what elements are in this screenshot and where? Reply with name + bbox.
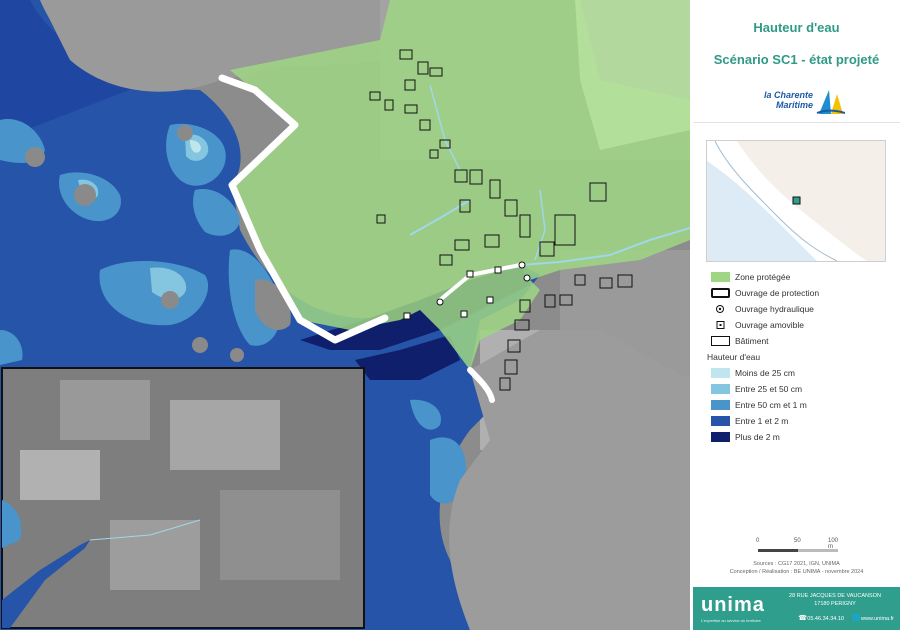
unima-tagline: L'expertise au service du territoire	[701, 618, 761, 623]
island	[192, 337, 208, 353]
flood-map	[0, 0, 690, 630]
legend-item-batiment: Bâtiment	[707, 334, 897, 350]
sail-icon	[816, 90, 845, 114]
map-subtitle: Scénario SC1 - état projeté	[713, 52, 880, 67]
unima-footer: unima L'expertise au service du territoi…	[693, 587, 900, 630]
legend-item-ouvrage-hydraulique: Ouvrage hydraulique	[707, 302, 897, 318]
overview-inset	[1, 367, 365, 629]
contact-info: ☎05.46.34.34.10 🌐www.unima.fr	[798, 615, 894, 622]
legend-item-depth: Plus de 2 m	[707, 430, 897, 446]
map-title: Hauteur d'eau	[753, 20, 840, 35]
website-link[interactable]: 🌐www.unima.fr	[852, 615, 894, 622]
legend-item-depth: Entre 25 et 50 cm	[707, 382, 897, 398]
removable-symbol-icon	[716, 321, 725, 329]
legend-item-ouvrage-amovible: Ouvrage amovible	[707, 318, 897, 334]
address: 28 RUE JACQUES DE VAUCANSON 17180 PERIGN…	[789, 593, 881, 607]
aerial-land	[449, 330, 690, 630]
title-panel: Hauteur d'eau Scénario SC1 - état projet…	[693, 0, 900, 123]
legend-item-depth: Moins de 25 cm	[707, 366, 897, 382]
island	[74, 184, 96, 206]
scale-bar: 0 50 100 m	[756, 538, 839, 552]
unima-logo: unima	[701, 594, 765, 616]
charente-maritime-logo: la Charente Maritime	[753, 88, 853, 116]
hydraulic-symbol-icon	[716, 305, 724, 313]
locator-svg	[707, 141, 885, 261]
phone[interactable]: ☎05.46.34.34.10	[798, 615, 844, 622]
legend-item-depth: Entre 1 et 2 m	[707, 414, 897, 430]
location-marker	[792, 196, 801, 205]
map-view[interactable]	[0, 0, 690, 630]
island	[230, 348, 244, 362]
legend-depth-header: Hauteur d'eau	[707, 352, 761, 362]
legend-item-ouvrage-protection: Ouvrage de protection	[707, 286, 897, 302]
legend: Zone protégée Ouvrage de protection Ouvr…	[707, 270, 897, 446]
locator-map	[706, 140, 886, 262]
legend-item-depth: Entre 50 cm et 1 m	[707, 398, 897, 414]
island	[161, 291, 179, 309]
island	[177, 125, 193, 141]
legend-depth-classes: Moins de 25 cm Entre 25 et 50 cm Entre 5…	[707, 366, 897, 446]
legend-panel: Zone protégée Ouvrage de protection Ouvr…	[693, 128, 900, 575]
phone-icon: ☎	[798, 615, 808, 622]
credits: Sources : CG17 2021, IGN, UNIMA Concepti…	[729, 561, 864, 575]
island	[25, 147, 45, 167]
globe-icon: 🌐	[851, 615, 861, 622]
legend-item-zone-protegee: Zone protégée	[707, 270, 897, 286]
